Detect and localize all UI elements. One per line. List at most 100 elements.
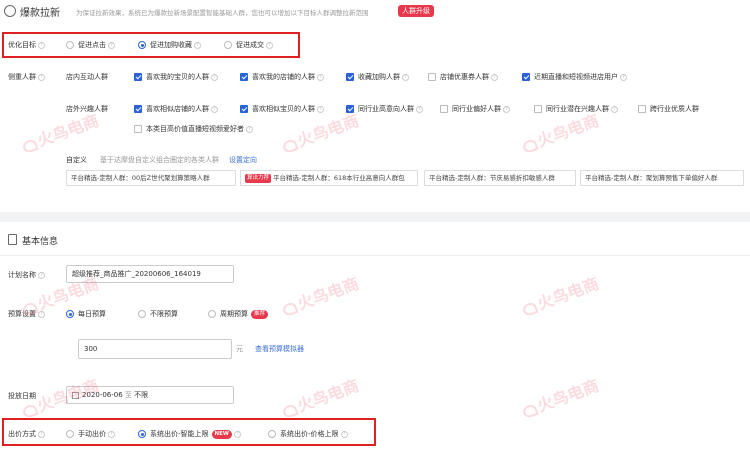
instore-item[interactable]: 收藏加购人群? xyxy=(346,72,409,82)
set-targeting-link[interactable]: 设置定向 xyxy=(229,155,257,165)
page-title: 爆款拉新 xyxy=(20,8,60,19)
radio-selected-icon[interactable] xyxy=(138,430,146,438)
radio-selected-icon[interactable] xyxy=(66,310,74,318)
help-icon[interactable]: ? xyxy=(402,73,409,81)
instore-item[interactable]: 近期直播和短视频进店用户? xyxy=(522,72,627,82)
help-icon[interactable]: ? xyxy=(491,73,498,81)
help-icon[interactable]: ? xyxy=(194,41,201,49)
checkbox-checked-icon[interactable] xyxy=(346,73,354,81)
watermark-logo-icon xyxy=(21,137,39,154)
help-icon[interactable]: ? xyxy=(416,105,423,113)
watermark: 火鸟电商 xyxy=(278,107,361,157)
budget-simulator-link[interactable]: 查看预算模拟器 xyxy=(255,344,304,354)
help-icon[interactable]: ? xyxy=(620,73,627,81)
optimize-option-cart[interactable]: 促进加购收藏? xyxy=(138,40,201,50)
new-badge: NEW xyxy=(211,429,232,439)
budget-option-period[interactable]: 周期预算 推荐 xyxy=(208,309,269,319)
radio-icon[interactable] xyxy=(208,310,216,318)
help-icon[interactable]: ? xyxy=(38,271,45,279)
help-icon[interactable]: ? xyxy=(266,41,273,49)
checkbox-icon[interactable] xyxy=(440,105,448,113)
checkbox-icon[interactable] xyxy=(638,105,646,113)
help-icon[interactable]: ? xyxy=(233,430,241,438)
checkbox-checked-icon[interactable] xyxy=(134,105,142,113)
custom-audience-tag[interactable]: 平台精选-定制人群：00后Z世代聚划算策略人群 xyxy=(66,170,236,186)
help-icon[interactable]: ? xyxy=(503,105,510,113)
bid-option-manual[interactable]: 手动出价? xyxy=(66,429,115,439)
custom-label: 自定义 xyxy=(66,156,87,164)
outstore-item[interactable]: 喜欢相似宝贝的人群? xyxy=(240,104,324,114)
watermark-logo-icon xyxy=(281,137,299,154)
checkbox-checked-icon[interactable] xyxy=(134,73,142,81)
audience-label: 侧重人群? xyxy=(8,72,45,82)
target-icon xyxy=(4,5,16,17)
checkbox-icon[interactable] xyxy=(534,105,542,113)
watermark: 火鸟电商 xyxy=(518,107,601,157)
help-icon[interactable]: ? xyxy=(108,41,115,49)
audience-upgrade-button[interactable]: 人群升级 xyxy=(398,5,434,17)
instore-item[interactable]: 喜欢我的店铺的人群? xyxy=(240,72,324,82)
bid-option-smart[interactable]: 系统出价-智能上限 NEW? xyxy=(138,429,241,439)
checkbox-checked-icon[interactable] xyxy=(522,73,530,81)
watermark: 火鸟电商 xyxy=(518,270,601,320)
help-icon[interactable]: ? xyxy=(211,73,218,81)
radio-icon[interactable] xyxy=(66,430,74,438)
custom-audience-tag[interactable]: 算法力荐 平台精选-定制人群：618本行业高意向人群包 xyxy=(240,170,418,186)
bid-label: 出价方式? xyxy=(8,429,45,439)
checkbox-checked-icon[interactable] xyxy=(240,105,248,113)
help-icon[interactable]: ? xyxy=(38,41,45,49)
watermark: 火鸟电商 xyxy=(518,372,601,422)
checkbox-icon[interactable] xyxy=(134,125,142,133)
help-icon[interactable]: ? xyxy=(38,430,45,438)
outstore-item[interactable]: 同行业高意向人群? xyxy=(346,104,423,114)
radio-selected-icon[interactable] xyxy=(138,41,146,49)
bid-option-price-cap[interactable]: 系统出价-价格上限? xyxy=(268,429,348,439)
radio-icon[interactable] xyxy=(224,41,232,49)
watermark-logo-icon xyxy=(521,137,539,154)
help-icon[interactable]: ? xyxy=(611,105,618,113)
help-icon[interactable]: ? xyxy=(340,430,348,438)
recommend-badge: 推荐 xyxy=(251,309,269,319)
radio-icon[interactable] xyxy=(66,41,74,49)
outstore-item[interactable]: 同行业偏好人群? xyxy=(440,104,510,114)
outstore-item[interactable]: 本类目高价值直播短视频爱好者? xyxy=(134,124,253,134)
outstore-item[interactable]: 喜欢相似店铺的人群? xyxy=(134,104,218,114)
document-icon xyxy=(8,234,17,245)
watermark: 火鸟电商 xyxy=(18,372,101,422)
watermark: 火鸟电商 xyxy=(18,107,101,157)
section-title: 基本信息 xyxy=(22,237,59,247)
help-icon[interactable]: ? xyxy=(108,430,115,438)
outstore-item[interactable]: 跨行业优质人群 xyxy=(638,104,699,114)
watermark-logo-icon xyxy=(21,300,39,317)
checkbox-icon[interactable] xyxy=(428,73,436,81)
budget-option-daily[interactable]: 每日预算 xyxy=(66,309,106,319)
custom-audience-tag[interactable]: 平台精选-定制人群：节庆易感折扣敏感人群 xyxy=(424,170,576,186)
instore-item[interactable]: 店铺优惠券人群? xyxy=(428,72,498,82)
recommend-badge: 算法力荐 xyxy=(245,173,272,183)
custom-audience-tag[interactable]: 平台精选-定制人群：聚划算预售下单偏好人群 xyxy=(580,170,744,186)
watermark: 火鸟电商 xyxy=(278,372,361,422)
radio-icon[interactable] xyxy=(138,310,146,318)
budget-amount-input[interactable]: 300 xyxy=(78,339,232,359)
watermark-logo-icon xyxy=(281,402,299,419)
help-icon[interactable]: ? xyxy=(211,105,218,113)
radio-icon[interactable] xyxy=(268,430,276,438)
watermark: 火鸟电商 xyxy=(278,270,361,320)
optimize-label: 优化目标? xyxy=(8,40,45,50)
help-icon[interactable]: ? xyxy=(38,73,45,81)
optimize-option-click[interactable]: 促进点击? xyxy=(66,40,115,50)
instore-item[interactable]: 喜欢我的宝贝的人群? xyxy=(134,72,218,82)
optimize-option-deal[interactable]: 促进成交? xyxy=(224,40,273,50)
help-icon[interactable]: ? xyxy=(246,125,253,133)
watermark-logo-icon xyxy=(21,402,39,419)
watermark-logo-icon xyxy=(521,402,539,419)
instore-label: 店内互动人群 xyxy=(66,73,108,81)
help-icon[interactable]: ? xyxy=(317,105,324,113)
budget-option-unlimited[interactable]: 不限预算 xyxy=(138,309,178,319)
title-underline xyxy=(0,255,750,256)
checkbox-checked-icon[interactable] xyxy=(240,73,248,81)
budget-unit: 元 xyxy=(236,345,243,353)
help-icon[interactable]: ? xyxy=(317,73,324,81)
plan-name-label: 计划名称? xyxy=(8,270,45,280)
watermark-logo-icon xyxy=(281,300,299,317)
